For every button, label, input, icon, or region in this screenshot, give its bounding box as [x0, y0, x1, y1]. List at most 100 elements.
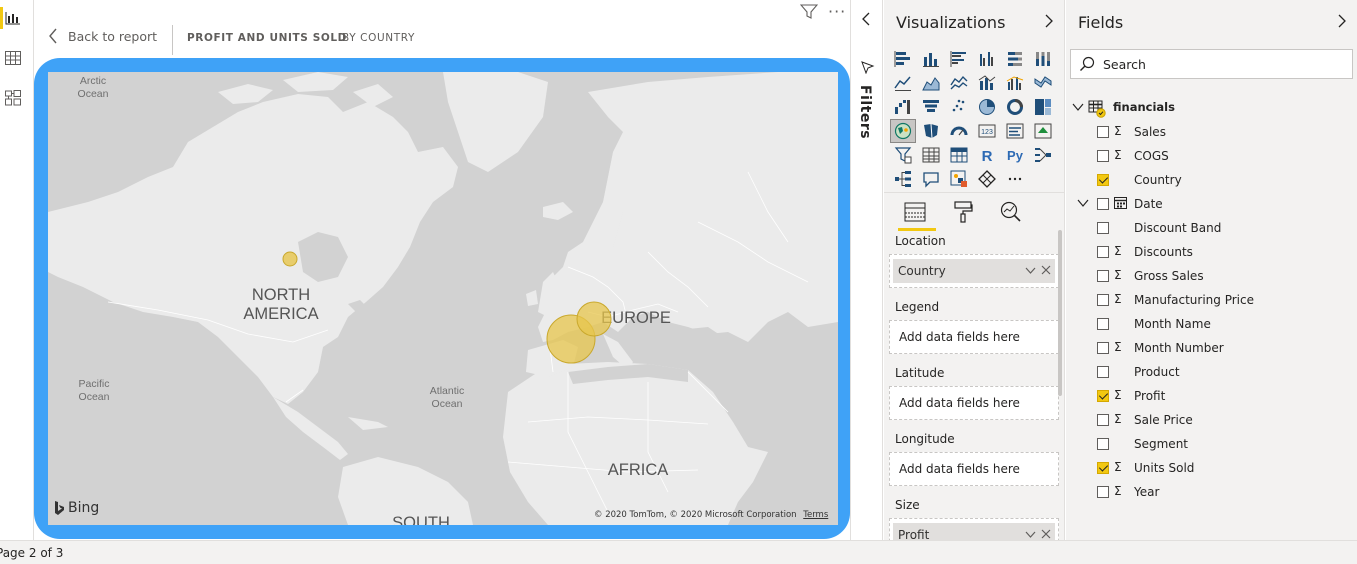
well-field-chip[interactable]: Country: [893, 259, 1055, 283]
remove-field-icon[interactable]: [1041, 528, 1051, 540]
well-legend[interactable]: Add data fields here: [889, 320, 1059, 354]
back-to-report-button[interactable]: Back to report: [48, 28, 157, 44]
field-gross-sales[interactable]: Σ Gross Sales: [1066, 264, 1356, 288]
field-checkbox[interactable]: [1097, 126, 1109, 138]
filled-map-icon[interactable]: [919, 120, 943, 142]
chevron-down-icon[interactable]: [1025, 264, 1036, 276]
field-manufacturing-price[interactable]: Σ Manufacturing Price: [1066, 288, 1356, 312]
donut-chart-icon[interactable]: [1003, 96, 1027, 118]
field-checkbox[interactable]: [1097, 174, 1109, 186]
line-and-stacked-column-chart-icon[interactable]: [975, 72, 999, 94]
field-month-name[interactable]: Month Name: [1066, 312, 1356, 336]
line-and-clustered-column-chart-icon[interactable]: [1003, 72, 1027, 94]
funnel-chart-icon[interactable]: [919, 96, 943, 118]
chevron-down-icon[interactable]: [1072, 102, 1084, 112]
bing-map[interactable]: Arctic Ocean NORTH AMERICA EUROPE Pacific O…: [48, 72, 838, 525]
field-checkbox[interactable]: [1097, 438, 1109, 450]
chevron-down-icon[interactable]: [1077, 198, 1089, 208]
field-checkbox[interactable]: [1097, 366, 1109, 378]
stacked-column-chart-icon[interactable]: [919, 48, 943, 70]
chevron-left-icon[interactable]: [861, 12, 871, 26]
field-profit[interactable]: Σ Profit: [1066, 384, 1356, 408]
fields-search-box[interactable]: [1070, 49, 1353, 79]
gauge-icon[interactable]: [947, 120, 971, 142]
format-tab-icon[interactable]: [950, 199, 976, 225]
stacked-area-chart-icon[interactable]: [947, 72, 971, 94]
100-stacked-column-chart-icon[interactable]: [1031, 48, 1055, 70]
report-view-icon[interactable]: [0, 7, 22, 29]
bubble-germany[interactable]: [576, 301, 612, 337]
table-icon[interactable]: [919, 144, 943, 166]
stacked-bar-chart-icon[interactable]: [891, 48, 915, 70]
field-checkbox[interactable]: [1097, 198, 1109, 210]
scatter-chart-icon[interactable]: [947, 96, 971, 118]
field-checkbox[interactable]: [1097, 222, 1109, 234]
field-discount-band[interactable]: Discount Band: [1066, 216, 1356, 240]
key-influencers-icon[interactable]: [1031, 144, 1055, 166]
field-units-sold[interactable]: Σ Units Sold: [1066, 456, 1356, 480]
100-stacked-bar-chart-icon[interactable]: [1003, 48, 1027, 70]
map-icon[interactable]: [890, 119, 916, 143]
kpi-icon[interactable]: [1031, 120, 1055, 142]
fields-tab-icon[interactable]: [898, 199, 936, 231]
field-checkbox[interactable]: [1097, 270, 1109, 282]
map-visual[interactable]: Arctic Ocean NORTH AMERICA EUROPE Pacific O…: [48, 72, 838, 525]
field-date[interactable]: Date: [1066, 192, 1356, 216]
field-sale-price[interactable]: Σ Sale Price: [1066, 408, 1356, 432]
custom-visual-icon[interactable]: [947, 168, 971, 190]
field-sales[interactable]: Σ Sales: [1066, 120, 1356, 144]
field-checkbox[interactable]: [1097, 150, 1109, 162]
arcgis-icon[interactable]: [975, 168, 999, 190]
more-visuals-icon[interactable]: [1003, 168, 1027, 190]
slicer-icon[interactable]: [891, 144, 915, 166]
model-view-icon[interactable]: [4, 89, 22, 107]
multi-row-card-icon[interactable]: [1003, 120, 1027, 142]
search-input[interactable]: [1103, 56, 1343, 72]
field-checkbox[interactable]: [1097, 342, 1109, 354]
viz-pane-scrollbar[interactable]: [1058, 230, 1062, 396]
ribbon-chart-icon[interactable]: [1031, 72, 1055, 94]
more-options-icon[interactable]: ···: [828, 2, 846, 21]
card-icon[interactable]: 123: [975, 120, 999, 142]
decomposition-tree-icon[interactable]: [891, 168, 915, 190]
field-checkbox[interactable]: [1097, 414, 1109, 426]
data-view-icon[interactable]: [4, 49, 22, 67]
chevron-right-icon[interactable]: [1337, 14, 1347, 28]
waterfall-chart-icon[interactable]: [891, 96, 915, 118]
field-checkbox[interactable]: [1097, 462, 1109, 474]
table-financials[interactable]: financials: [1066, 96, 1356, 120]
field-cogs[interactable]: Σ COGS: [1066, 144, 1356, 168]
field-month-number[interactable]: Σ Month Number: [1066, 336, 1356, 360]
matrix-icon[interactable]: [947, 144, 971, 166]
field-discounts[interactable]: Σ Discounts: [1066, 240, 1356, 264]
treemap-icon[interactable]: [1031, 96, 1055, 118]
field-checkbox[interactable]: [1097, 486, 1109, 498]
field-checkbox[interactable]: [1097, 318, 1109, 330]
area-chart-icon[interactable]: [919, 72, 943, 94]
field-country[interactable]: Country: [1066, 168, 1356, 192]
filter-icon[interactable]: [799, 4, 819, 24]
python-visual-icon[interactable]: Py: [1003, 144, 1027, 166]
remove-field-icon[interactable]: [1041, 264, 1051, 276]
r-visual-icon[interactable]: R: [975, 144, 999, 166]
bubble-canada[interactable]: [282, 251, 298, 267]
chevron-down-icon[interactable]: [1025, 528, 1036, 540]
clustered-bar-chart-icon[interactable]: [947, 48, 971, 70]
field-segment[interactable]: Segment: [1066, 432, 1356, 456]
chevron-right-icon[interactable]: [1044, 14, 1054, 28]
pie-chart-icon[interactable]: [975, 96, 999, 118]
well-location[interactable]: Country: [889, 254, 1059, 288]
field-product[interactable]: Product: [1066, 360, 1356, 384]
filters-pane-collapsed[interactable]: Filters: [852, 0, 883, 540]
clustered-column-chart-icon[interactable]: [975, 48, 999, 70]
qa-icon[interactable]: [919, 168, 943, 190]
field-year[interactable]: Σ Year: [1066, 480, 1356, 504]
field-checkbox[interactable]: [1097, 246, 1109, 258]
well-latitude[interactable]: Add data fields here: [889, 386, 1059, 420]
field-checkbox[interactable]: [1097, 390, 1109, 402]
well-longitude[interactable]: Add data fields here: [889, 452, 1059, 486]
analytics-tab-icon[interactable]: [998, 199, 1024, 225]
line-chart-icon[interactable]: [891, 72, 915, 94]
field-checkbox[interactable]: [1097, 294, 1109, 306]
terms-link[interactable]: Terms: [803, 510, 828, 520]
